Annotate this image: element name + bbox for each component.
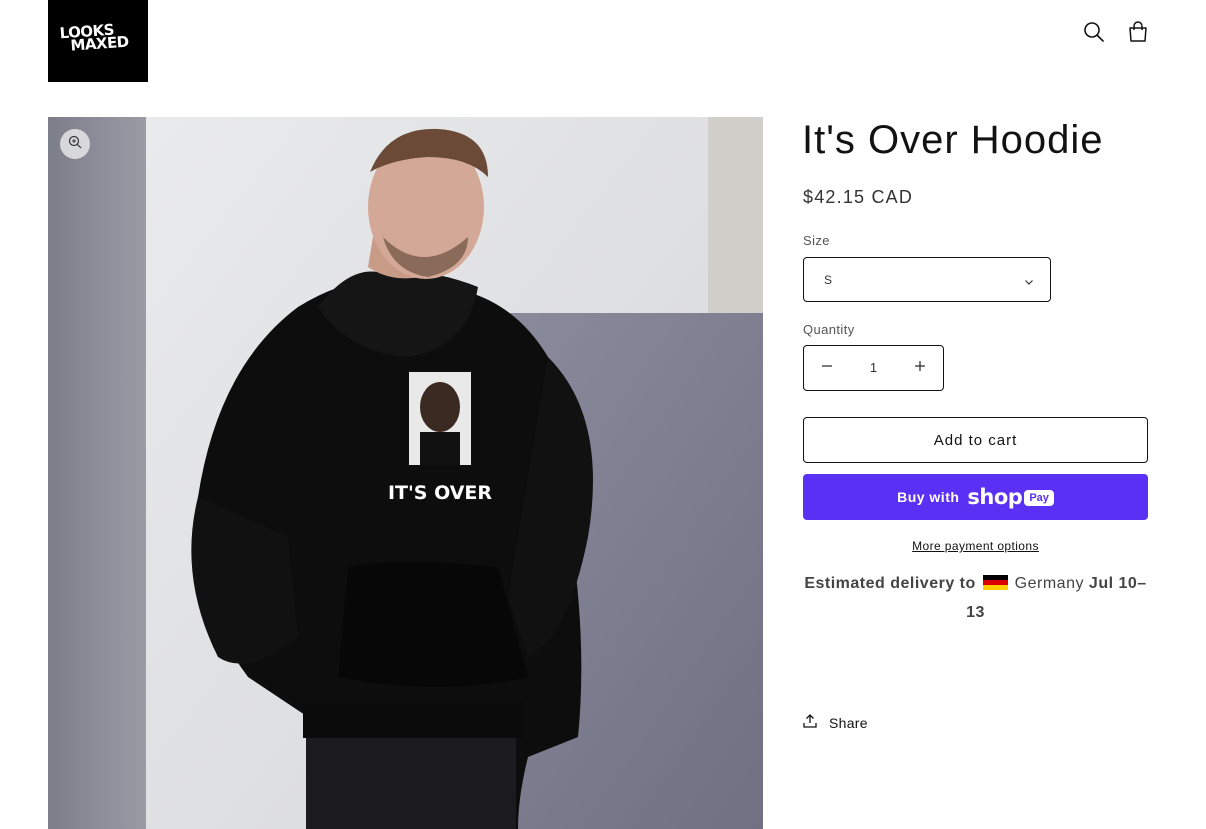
product-price: $42.15 CAD [803,187,914,207]
delivery-country: Germany [1014,575,1084,592]
quantity-stepper: 1 [803,345,944,391]
logo-line-2: MAXED [69,32,130,55]
product-image[interactable]: IT'S OVER [48,117,763,829]
size-label: Size [803,233,830,248]
buy-with-label: Buy with [897,489,960,505]
minus-icon [821,359,833,377]
zoom-in-icon [68,135,82,154]
hoodie-print-text: IT'S OVER [388,482,492,504]
quantity-input[interactable]: 1 [850,346,897,390]
shop-pay-button[interactable]: Buy with shop Pay [803,474,1148,520]
product-title: It's Over Hoodie [802,118,1104,162]
store-logo[interactable]: LOOKS MAXED [48,0,148,82]
share-button[interactable]: Share [803,714,868,731]
quantity-label: Quantity [803,322,855,337]
pay-badge: Pay [1024,490,1054,506]
search-icon[interactable] [1080,18,1108,46]
shopping-bag-icon[interactable] [1124,18,1152,46]
chevron-down-icon [1024,274,1034,292]
size-value: S [824,272,833,287]
share-label: Share [829,714,868,731]
decrease-quantity-button[interactable] [804,346,850,390]
germany-flag-icon [982,571,1008,590]
delivery-estimate: Estimated delivery to Germany Jul 10–13 [803,569,1148,627]
size-select[interactable]: S [803,257,1051,302]
zoom-button[interactable] [60,129,90,159]
share-icon [803,714,817,731]
plus-icon [914,359,926,377]
add-to-cart-button[interactable]: Add to cart [803,417,1148,463]
product-photo: IT'S OVER [48,117,763,829]
increase-quantity-button[interactable] [897,346,943,390]
delivery-prefix: Estimated delivery to [804,575,976,592]
shop-logo-text: shop [967,485,1023,509]
more-payment-options-link[interactable]: More payment options [803,539,1148,553]
